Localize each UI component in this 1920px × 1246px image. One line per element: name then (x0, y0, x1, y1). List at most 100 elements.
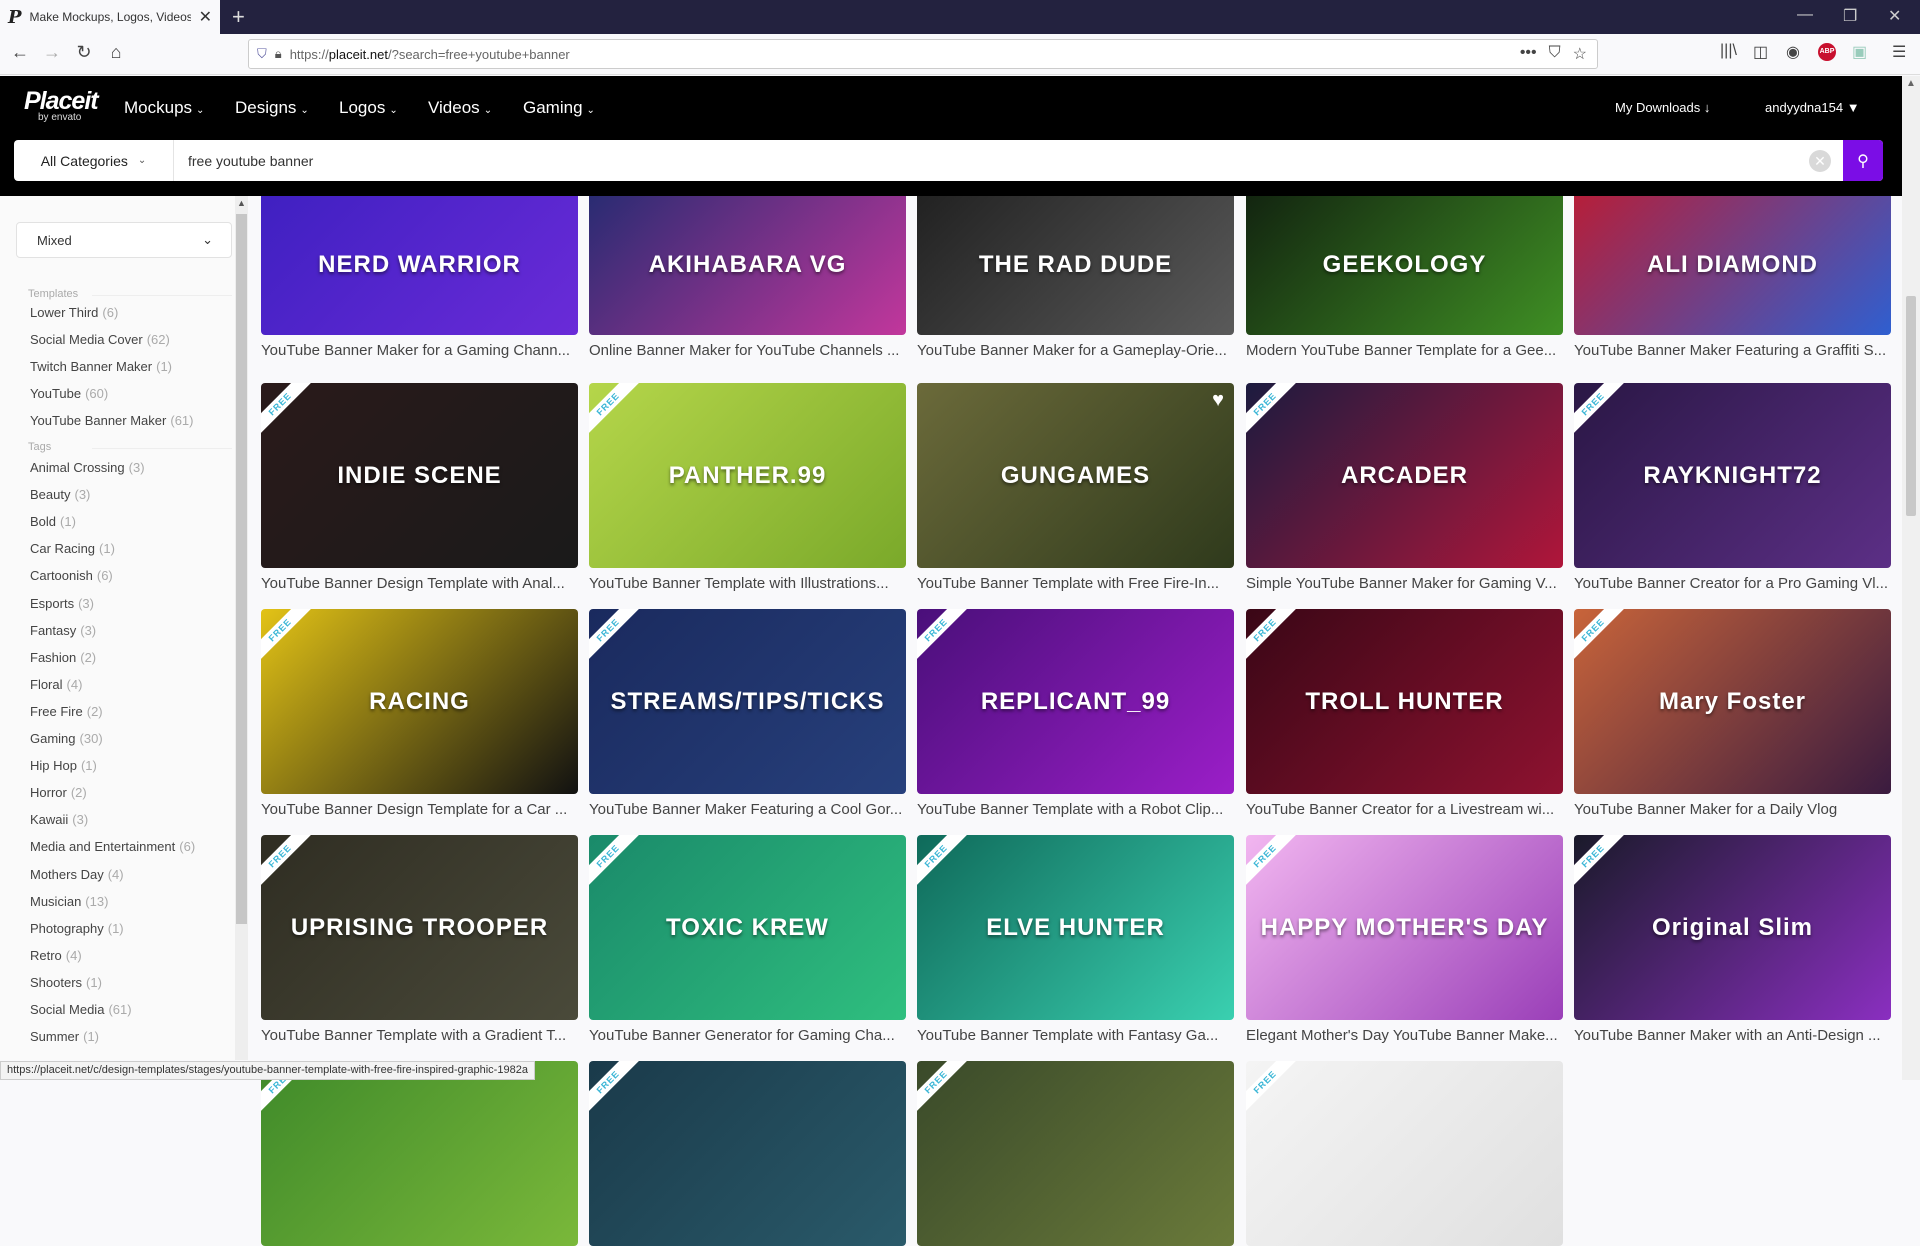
browser-tab[interactable]: P Make Mockups, Logos, Videos ✕ (0, 0, 220, 34)
url-bar[interactable]: ⛉ 🔒︎ https://placeit.net/?search=free+yo… (248, 39, 1598, 69)
library-icon[interactable]: |||\ (1720, 42, 1737, 60)
template-filter-item[interactable]: YouTube Banner Maker (61) (30, 413, 193, 428)
nav-designs[interactable]: Designs ⌄ (235, 98, 309, 118)
tag-filter-item[interactable]: Summer (1) (30, 1029, 99, 1044)
template-filter-item[interactable]: Lower Third (6) (30, 305, 118, 320)
sidebar-icon[interactable]: ◫ (1753, 42, 1768, 62)
result-title[interactable]: Simple YouTube Banner Maker for Gaming V… (1246, 575, 1563, 592)
forward-icon[interactable]: → (40, 42, 64, 63)
search-button[interactable]: ⚲ (1843, 140, 1883, 181)
tag-filter-item[interactable]: Kawaii (3) (30, 812, 88, 827)
tag-filter-item[interactable]: Media and Entertainment (6) (30, 839, 195, 854)
adblock-icon[interactable]: ABP (1818, 43, 1836, 61)
result-title[interactable]: YouTube Banner Generator for Gaming Cha.… (589, 1027, 906, 1044)
result-thumbnail[interactable]: GUNGAMES ♥ (917, 383, 1234, 568)
result-title[interactable]: YouTube Banner Maker for a Gameplay-Orie… (917, 342, 1234, 359)
result-thumbnail[interactable]: Original Slim FREE (1574, 835, 1891, 1020)
template-filter-item[interactable]: Twitch Banner Maker (1) (30, 359, 172, 374)
lock-icon[interactable]: 🔒︎ (275, 46, 282, 62)
result-thumbnail[interactable]: TOXIC KREW FREE (589, 835, 906, 1020)
scroll-up-icon[interactable]: ▲ (1906, 78, 1916, 89)
more-icon[interactable]: ••• (1520, 44, 1537, 64)
tag-filter-item[interactable]: Animal Crossing (3) (30, 460, 145, 475)
result-title[interactable]: YouTube Banner Design Template for a Car… (261, 801, 578, 818)
result-thumbnail[interactable]: TROLL HUNTER FREE (1246, 609, 1563, 794)
result-title[interactable]: YouTube Banner Design Template with Anal… (261, 575, 578, 592)
placeit-logo[interactable]: Placeit by envato (24, 89, 99, 124)
result-title[interactable]: YouTube Banner Template with a Robot Cli… (917, 801, 1234, 818)
tag-filter-item[interactable]: Beauty (3) (30, 487, 90, 502)
result-thumbnail[interactable]: ELVE HUNTER FREE (917, 835, 1234, 1020)
restore-icon[interactable]: ❐ (1843, 6, 1857, 26)
category-dropdown[interactable]: All Categories ⌄ (14, 140, 174, 181)
result-thumbnail[interactable]: ARCADER FREE (1246, 383, 1563, 568)
nav-videos[interactable]: Videos ⌄ (428, 98, 492, 118)
result-thumbnail[interactable]: FREE (1246, 1061, 1563, 1246)
result-thumbnail[interactable]: STREAMS/TIPS/TICKS FREE (589, 609, 906, 794)
page-scrollbar-thumb[interactable] (1906, 296, 1916, 516)
result-title[interactable]: Modern YouTube Banner Template for a Gee… (1246, 342, 1563, 359)
close-tab-icon[interactable]: ✕ (199, 7, 212, 27)
result-thumbnail[interactable]: PANTHER.99 FREE (589, 383, 906, 568)
favorite-heart-icon[interactable]: ♥ (1212, 389, 1224, 412)
new-tab-icon[interactable]: + (232, 4, 245, 30)
tag-filter-item[interactable]: Retro (4) (30, 948, 82, 963)
sidebar-scrollbar-thumb[interactable] (236, 214, 247, 924)
tag-filter-item[interactable]: Gaming (30) (30, 731, 103, 746)
result-title[interactable]: YouTube Banner Maker Featuring a Cool Go… (589, 801, 906, 818)
template-filter-item[interactable]: YouTube (60) (30, 386, 108, 401)
result-title[interactable]: YouTube Banner Template with Illustratio… (589, 575, 906, 592)
my-downloads-link[interactable]: My Downloads ↓ (1615, 100, 1710, 115)
tag-filter-item[interactable]: Musician (13) (30, 894, 108, 909)
pocket-icon[interactable]: ⛉ (1549, 44, 1561, 64)
result-thumbnail[interactable]: FREE (589, 1061, 906, 1246)
result-thumbnail[interactable]: REPLICANT_99 FREE (917, 609, 1234, 794)
result-thumbnail[interactable]: Mary Foster FREE (1574, 609, 1891, 794)
page-scrollbar[interactable]: ▲ (1902, 76, 1920, 1080)
tag-filter-item[interactable]: Shooters (1) (30, 975, 102, 990)
result-title[interactable]: YouTube Banner Template with a Gradient … (261, 1027, 578, 1044)
result-thumbnail[interactable]: FREE (917, 1061, 1234, 1246)
sidebar-scrollbar[interactable]: ▲ (235, 196, 248, 1060)
sort-dropdown[interactable]: Mixed ⌄ (16, 222, 232, 258)
clear-search-icon[interactable]: ✕ (1809, 149, 1831, 172)
scroll-up-icon[interactable]: ▲ (237, 198, 246, 208)
result-thumbnail[interactable]: HAPPY MOTHER'S DAY FREE (1246, 835, 1563, 1020)
tag-filter-item[interactable]: Fantasy (3) (30, 623, 96, 638)
nav-mockups[interactable]: Mockups ⌄ (124, 98, 204, 118)
search-input[interactable] (174, 140, 1809, 181)
account-icon[interactable]: ◉ (1786, 42, 1800, 62)
result-title[interactable]: Elegant Mother's Day YouTube Banner Make… (1246, 1027, 1563, 1044)
result-title[interactable]: YouTube Banner Maker Featuring a Graffit… (1574, 342, 1891, 359)
nav-logos[interactable]: Logos ⌄ (339, 98, 398, 118)
tag-filter-item[interactable]: Horror (2) (30, 785, 87, 800)
result-thumbnail[interactable]: UPRISING TROOPER FREE (261, 835, 578, 1020)
result-title[interactable]: YouTube Banner Maker with an Anti-Design… (1574, 1027, 1891, 1044)
result-thumbnail[interactable]: RACING FREE (261, 609, 578, 794)
close-window-icon[interactable]: ✕ (1888, 6, 1901, 26)
shield-icon[interactable]: ⛉ (257, 46, 267, 62)
result-title[interactable]: YouTube Banner Creator for a Livestream … (1246, 801, 1563, 818)
tag-filter-item[interactable]: Photography (1) (30, 921, 124, 936)
user-menu[interactable]: andyydna154 ▼ (1765, 100, 1860, 115)
tag-filter-item[interactable]: Floral (4) (30, 677, 82, 692)
tag-filter-item[interactable]: Esports (3) (30, 596, 94, 611)
extension-icon[interactable]: ▣ (1852, 42, 1867, 62)
tag-filter-item[interactable]: Bold (1) (30, 514, 76, 529)
result-title[interactable]: YouTube Banner Template with Free Fire-I… (917, 575, 1234, 592)
result-thumbnail[interactable]: RAYKNIGHT72 FREE (1574, 383, 1891, 568)
star-icon[interactable]: ☆ (1573, 44, 1587, 64)
tag-filter-item[interactable]: Car Racing (1) (30, 541, 115, 556)
tag-filter-item[interactable]: Cartoonish (6) (30, 568, 113, 583)
tag-filter-item[interactable]: Free Fire (2) (30, 704, 103, 719)
back-icon[interactable]: ← (8, 42, 32, 63)
tag-filter-item[interactable]: Hip Hop (1) (30, 758, 97, 773)
tag-filter-item[interactable]: Mothers Day (4) (30, 867, 124, 882)
template-filter-item[interactable]: Social Media Cover (62) (30, 332, 170, 347)
minimize-icon[interactable]: — (1797, 6, 1813, 24)
result-title[interactable]: YouTube Banner Template with Fantasy Ga.… (917, 1027, 1234, 1044)
home-icon[interactable]: ⌂ (104, 42, 128, 63)
reload-icon[interactable]: ↻ (72, 42, 96, 63)
tag-filter-item[interactable]: Fashion (2) (30, 650, 96, 665)
result-thumbnail[interactable]: INDIE SCENE FREE (261, 383, 578, 568)
